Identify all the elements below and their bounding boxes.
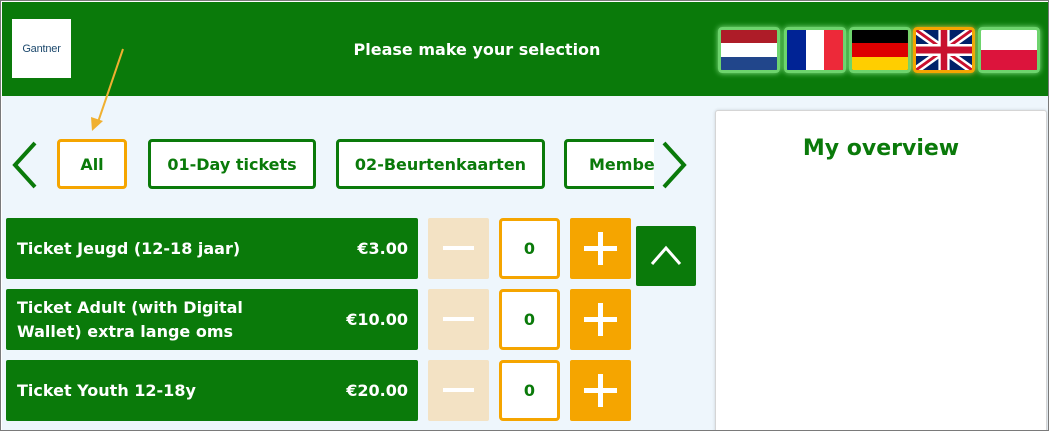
flag-nl-button[interactable]	[718, 27, 780, 73]
product-name: Ticket Youth 12-18y	[17, 380, 196, 400]
page-title: Please make your selection	[353, 40, 601, 59]
france-flag-icon	[787, 30, 843, 70]
increase-quantity-button[interactable]	[570, 360, 631, 421]
tab-all[interactable]: All	[57, 139, 127, 189]
tab-label: 01-Day tickets	[167, 154, 297, 174]
product-price: €10.00	[346, 310, 408, 329]
plus-icon-vertical	[598, 374, 603, 407]
poland-flag-icon	[981, 30, 1037, 70]
germany-flag-icon	[852, 30, 908, 70]
tab-memberships[interactable]: Membe	[564, 139, 654, 189]
product-name: Ticket Adult (with Digital Wallet) extra…	[17, 297, 243, 341]
overview-panel: My overview	[715, 110, 1047, 430]
minus-icon	[443, 317, 474, 321]
quantity-display: 0	[499, 218, 560, 279]
decrease-quantity-button[interactable]	[428, 218, 489, 279]
tab-label: All	[80, 154, 104, 174]
chevron-up-icon	[650, 245, 682, 265]
product-row: Ticket Jeugd (12-18 jaar) €3.00	[6, 218, 418, 279]
app-window: Gantner Please make your selection All 0…	[0, 0, 1049, 431]
product-selection-area: All 01-Day tickets 02-Beurtenkaarten Mem…	[2, 96, 1048, 430]
flag-de-button[interactable]	[849, 27, 911, 73]
company-logo: Gantner	[12, 19, 71, 78]
quantity-display: 0	[499, 360, 560, 421]
plus-icon-vertical	[598, 232, 603, 265]
minus-icon	[443, 246, 474, 250]
chevron-right-icon[interactable]	[660, 141, 688, 189]
tab-beurtenkaarten[interactable]: 02-Beurtenkaarten	[336, 139, 545, 189]
decrease-quantity-button[interactable]	[428, 360, 489, 421]
minus-icon	[443, 388, 474, 392]
header-bar: Gantner Please make your selection	[2, 2, 1048, 96]
decrease-quantity-button[interactable]	[428, 289, 489, 350]
tab-label: 02-Beurtenkaarten	[354, 154, 527, 174]
category-tabs: All 01-Day tickets 02-Beurtenkaarten Mem…	[2, 96, 654, 236]
plus-icon-vertical	[598, 303, 603, 336]
flag-fr-button[interactable]	[784, 27, 846, 73]
flag-pl-button[interactable]	[978, 27, 1040, 73]
increase-quantity-button[interactable]	[570, 218, 631, 279]
product-row: Ticket Adult (with Digital Wallet) extra…	[6, 289, 418, 350]
tab-day-tickets[interactable]: 01-Day tickets	[148, 139, 316, 189]
product-name: Ticket Jeugd (12-18 jaar)	[17, 238, 241, 258]
flag-en-button[interactable]	[913, 27, 975, 73]
product-row: Ticket Youth 12-18y €20.00	[6, 360, 418, 421]
logo-text: Gantner	[22, 42, 61, 55]
uk-flag-icon	[916, 30, 972, 70]
product-price: €20.00	[346, 381, 408, 400]
scroll-up-button[interactable]	[636, 226, 696, 286]
increase-quantity-button[interactable]	[570, 289, 631, 350]
quantity-display: 0	[499, 289, 560, 350]
overview-title: My overview	[802, 136, 960, 161]
netherlands-flag-icon	[721, 30, 777, 70]
tab-label: Membe	[589, 154, 654, 174]
product-price: €3.00	[357, 239, 408, 258]
